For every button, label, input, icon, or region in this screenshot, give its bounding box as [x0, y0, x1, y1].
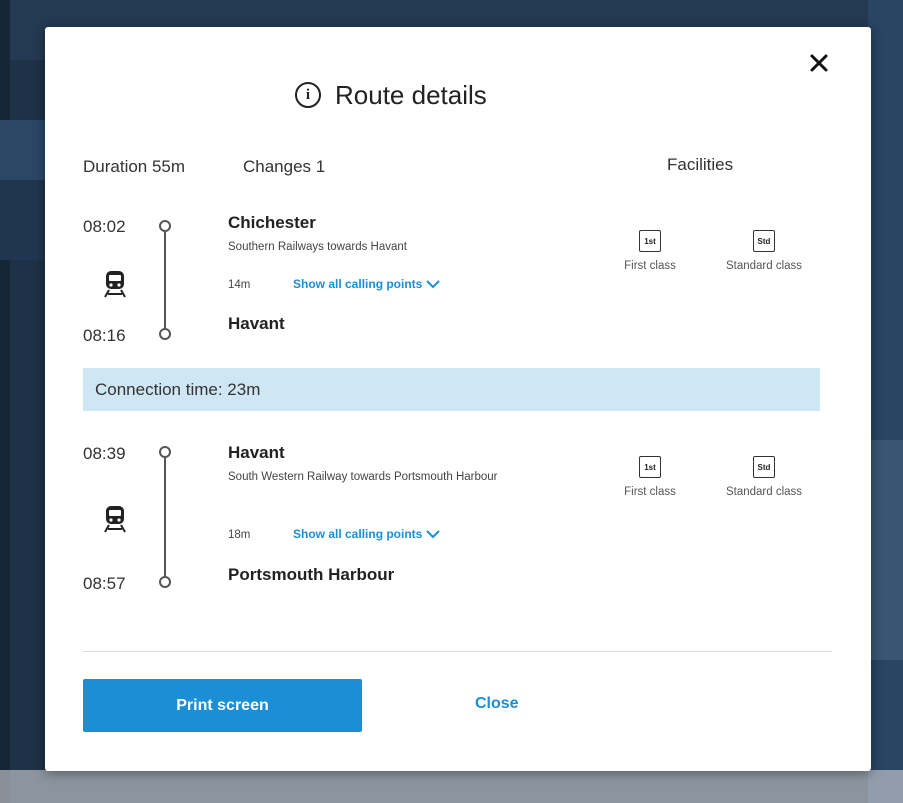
timeline-dot — [159, 446, 171, 458]
depart-time: 08:02 — [83, 217, 126, 236]
facility-standard-class: Std Standard class — [724, 456, 804, 498]
departure-station: Havant — [228, 443, 285, 462]
close-button[interactable]: Close — [475, 695, 519, 713]
chevron-down-icon — [426, 530, 441, 539]
standard-class-icon: Std — [753, 456, 775, 478]
facility-label: Standard class — [725, 486, 803, 498]
operator-info: South Western Railway towards Portsmouth… — [228, 471, 498, 483]
arrive-time: 08:16 — [83, 326, 126, 345]
arrival-station: Havant — [228, 314, 285, 333]
facility-first-class: 1st First class — [610, 456, 690, 498]
footer-divider — [83, 651, 832, 652]
standard-class-icon: Std — [753, 230, 775, 252]
calling-points-label: Show all calling points — [293, 527, 423, 541]
first-class-icon: 1st — [639, 230, 661, 252]
background-right-column — [868, 0, 903, 803]
first-class-icon: 1st — [639, 456, 661, 478]
connection-time-banner: Connection time: 23m — [83, 368, 820, 411]
train-icon — [104, 271, 126, 298]
facility-label: First class — [624, 486, 676, 498]
facility-label: Standard class — [725, 260, 803, 272]
journey-duration: Duration 55m — [83, 157, 186, 176]
background-right-panel — [868, 440, 903, 660]
arrival-station: Portsmouth Harbour — [228, 565, 395, 584]
show-calling-points-link[interactable]: Show all calling points — [293, 277, 441, 291]
modal-header: i Route details — [295, 77, 487, 113]
background-footer — [0, 770, 903, 803]
train-icon — [104, 506, 126, 533]
timeline-dot — [159, 328, 171, 340]
print-screen-button[interactable]: Print screen — [83, 679, 362, 732]
facility-first-class: 1st First class — [610, 230, 690, 272]
departure-station: Chichester — [228, 213, 316, 232]
timeline-dot — [159, 220, 171, 232]
close-icon[interactable] — [803, 47, 835, 79]
show-calling-points-link[interactable]: Show all calling points — [293, 527, 441, 541]
timeline-dot — [159, 576, 171, 588]
chevron-down-icon — [426, 280, 441, 289]
calling-points-label: Show all calling points — [293, 277, 423, 291]
timeline-track — [164, 458, 166, 578]
facilities-heading: Facilities — [667, 155, 734, 174]
depart-time: 08:39 — [83, 444, 126, 463]
route-details-modal: i Route details Duration 55m Changes 1 F… — [45, 27, 871, 771]
facility-label: First class — [624, 260, 676, 272]
timeline-track — [164, 232, 166, 330]
leg-duration: 18m — [228, 529, 251, 541]
modal-title: Route details — [335, 79, 487, 110]
journey-changes: Changes 1 — [243, 157, 326, 176]
leg-duration: 14m — [228, 279, 251, 291]
arrive-time: 08:57 — [83, 574, 126, 593]
facility-standard-class: Std Standard class — [724, 230, 804, 272]
info-icon: i — [295, 82, 321, 108]
operator-info: Southern Railways towards Havant — [228, 241, 407, 253]
